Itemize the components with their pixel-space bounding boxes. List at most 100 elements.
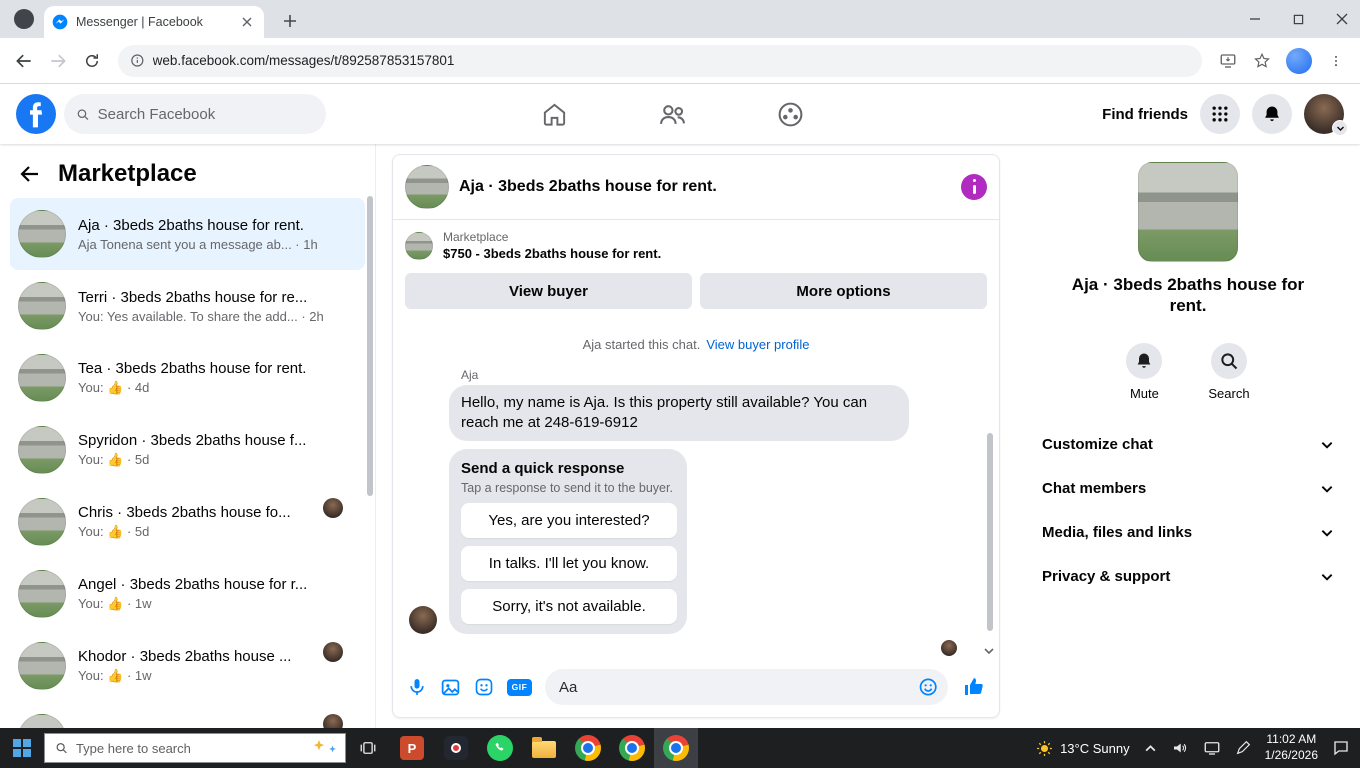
groups-icon: [778, 102, 802, 126]
conversation-title: Aja · 3beds 2baths house for rent.: [459, 178, 717, 195]
back-arrow-icon[interactable]: [18, 162, 42, 186]
weather-text: 13°C Sunny: [1060, 740, 1130, 756]
message-input[interactable]: [559, 678, 910, 696]
chrome-app-icon-active[interactable]: [654, 728, 698, 768]
taskbar-search[interactable]: [44, 733, 346, 763]
listing-thumbnail: [18, 426, 66, 474]
listing-thumbnail: [18, 570, 66, 618]
search-highlights-icon[interactable]: [312, 739, 337, 754]
home-tab[interactable]: [526, 90, 582, 138]
volume-icon[interactable]: [1171, 739, 1189, 757]
chat-item-preview: You: 👍 · 4d: [78, 380, 150, 395]
chat-list-item[interactable]: Khodor · 3beds 2baths house ... You: 👍 · …: [10, 630, 365, 702]
view-buyer-profile-link[interactable]: View buyer profile: [706, 337, 809, 352]
chat-item-title: Angel · 3beds 2baths house for r...: [78, 576, 308, 593]
quick-response-button[interactable]: In talks. I'll let you know.: [461, 545, 677, 581]
network-icon[interactable]: [1203, 739, 1221, 757]
section-privacy-support[interactable]: Privacy & support: [1034, 555, 1342, 599]
section-chat-members[interactable]: Chat members: [1034, 467, 1342, 511]
chat-list-item[interactable]: Spyridon · 3beds 2baths house f... You: 👍…: [10, 414, 365, 486]
chrome-app-icon[interactable]: [566, 728, 610, 768]
task-view-button[interactable]: [346, 728, 390, 768]
action-center-icon[interactable]: [1332, 739, 1350, 757]
section-media-files-links[interactable]: Media, files and links: [1034, 511, 1342, 555]
quick-response-button[interactable]: Sorry, it's not available.: [461, 588, 677, 624]
chrome-app-icon[interactable]: [610, 728, 654, 768]
start-button[interactable]: [0, 728, 44, 768]
facebook-logo[interactable]: [16, 94, 56, 134]
marketplace-actions: View buyer More options: [393, 269, 999, 321]
taskbar-clock[interactable]: 11:02 AM 1/26/2026: [1265, 732, 1318, 763]
groups-tab[interactable]: [762, 90, 818, 138]
new-tab-button[interactable]: [278, 9, 302, 33]
view-buyer-button[interactable]: View buyer: [405, 273, 692, 309]
chat-list-item[interactable]: Tea · 3beds 2baths house for rent. You: 👍…: [10, 342, 365, 414]
apps-menu-button[interactable]: [1200, 94, 1240, 134]
conversation-details-panel: Aja · 3beds 2baths house for rent. Mute …: [1016, 144, 1360, 728]
friends-tab[interactable]: [644, 90, 700, 138]
chat-item-preview: You: 👍 · 1w: [78, 596, 152, 611]
listing-price-title: $750 - 3beds 2baths house for rent.: [443, 246, 662, 261]
gif-icon[interactable]: GIF: [507, 678, 532, 696]
message-group: Aja Hello, my name is Aja. Is this prope…: [407, 368, 985, 634]
chat-item-title: Terri · 3beds 2baths house for re...: [78, 288, 308, 306]
facebook-search[interactable]: [64, 94, 326, 134]
file-explorer-icon[interactable]: [522, 728, 566, 768]
url-input[interactable]: [152, 53, 1190, 68]
conversation-info-icon[interactable]: [961, 174, 987, 200]
window-minimize-icon[interactable]: [1249, 13, 1261, 25]
emoji-icon[interactable]: [918, 676, 938, 698]
friends-icon: [659, 104, 685, 124]
browser-menu-icon[interactable]: [1322, 47, 1350, 75]
install-app-icon[interactable]: [1214, 47, 1242, 75]
system-tray: 13°C Sunny 11:02 AM 1/26/2026: [1036, 732, 1360, 763]
window-close-icon[interactable]: [1336, 13, 1348, 25]
like-thumb-icon[interactable]: [961, 675, 985, 699]
pen-icon[interactable]: [1235, 740, 1251, 756]
site-info-icon[interactable]: [130, 53, 145, 68]
account-avatar[interactable]: [1304, 94, 1348, 136]
scroll-down-icon[interactable]: [983, 645, 995, 657]
bookmark-star-icon[interactable]: [1248, 47, 1276, 75]
chat-search-button[interactable]: Search: [1208, 342, 1250, 401]
message-input-pill[interactable]: [545, 669, 948, 705]
listing-thumbnail: [18, 282, 66, 330]
facebook-search-input[interactable]: [97, 105, 314, 123]
chat-list-item[interactable]: Terri · 3beds 2baths house for re... You:…: [10, 270, 365, 342]
quick-response-button[interactable]: Yes, are you interested?: [461, 502, 677, 538]
back-icon[interactable]: [10, 47, 38, 75]
voice-clip-icon[interactable]: [407, 677, 427, 697]
url-bar[interactable]: [118, 44, 1202, 77]
more-options-button[interactable]: More options: [700, 273, 987, 309]
chat-scrollbar[interactable]: [987, 433, 993, 631]
details-title: Aja · 3beds 2baths house for rent.: [1071, 275, 1305, 316]
browser-profile-dot-icon[interactable]: [14, 9, 34, 29]
attach-image-icon[interactable]: [440, 677, 461, 698]
find-friends-button[interactable]: Find friends: [1102, 106, 1188, 123]
browser-tab[interactable]: Messenger | Facebook: [44, 6, 264, 38]
sticker-icon[interactable]: [474, 677, 494, 697]
chat-list-item[interactable]: Chris · 3beds 2baths house fo... You: 👍 ·…: [10, 486, 365, 558]
listing-thumbnail: [18, 354, 66, 402]
forward-icon[interactable]: [44, 47, 72, 75]
powerpoint-app-icon[interactable]: P: [390, 728, 434, 768]
hidden-icons-chevron[interactable]: [1144, 742, 1157, 755]
tab-close-icon[interactable]: [238, 13, 256, 31]
window-maximize-icon[interactable]: [1293, 14, 1304, 25]
browser-profile-avatar[interactable]: [1286, 47, 1312, 74]
section-customize-chat[interactable]: Customize chat: [1034, 423, 1342, 467]
quick-response-subtitle: Tap a response to send it to the buyer.: [461, 480, 673, 495]
chat-list-item[interactable]: Aja · 3beds 2baths house for rent. Aja To…: [10, 198, 365, 270]
sidebar-scrollbar[interactable]: [367, 196, 373, 496]
whatsapp-app-icon[interactable]: [478, 728, 522, 768]
chat-item-preview: You: 👍 · 1w: [78, 668, 152, 683]
buyer-avatar: [323, 642, 343, 662]
weather-widget[interactable]: 13°C Sunny: [1036, 740, 1130, 757]
chat-list-item[interactable]: Angel · 3beds 2baths house for r... You: …: [10, 558, 365, 630]
pinned-app-icon[interactable]: [434, 728, 478, 768]
taskbar-search-input[interactable]: [75, 740, 335, 756]
mute-button[interactable]: Mute: [1126, 342, 1163, 401]
chat-list-item[interactable]: Sue · 3beds 2baths house for ...: [10, 702, 365, 728]
refresh-icon[interactable]: [78, 47, 106, 75]
notifications-button[interactable]: [1252, 94, 1292, 134]
